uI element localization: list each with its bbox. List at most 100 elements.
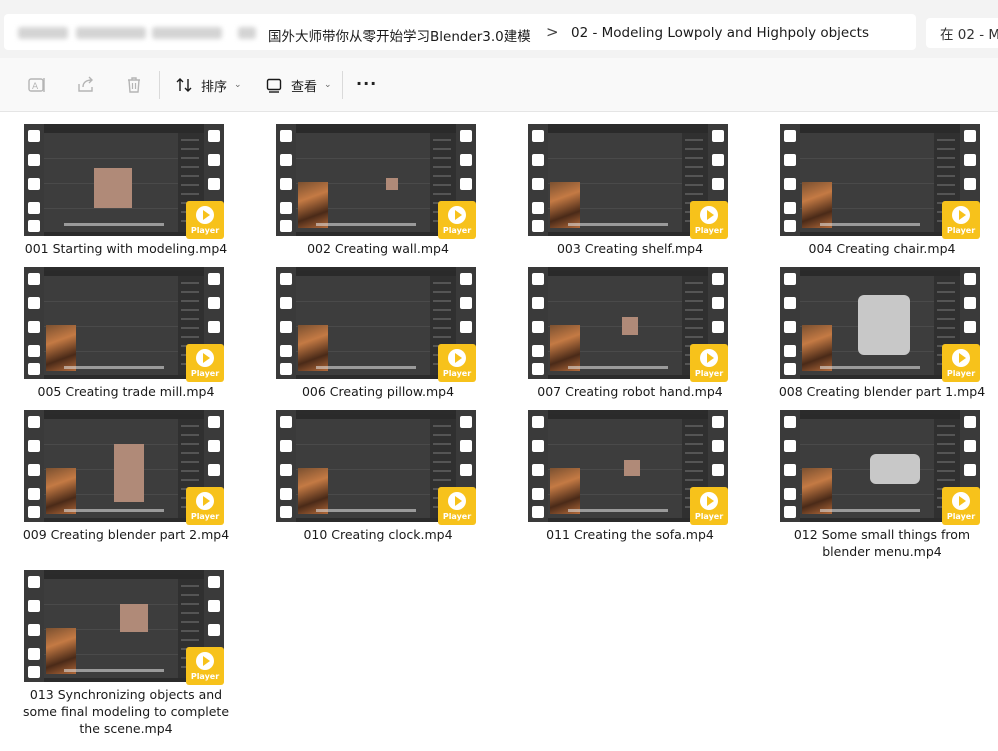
play-triangle-icon [455, 353, 462, 363]
breadcrumb-separator[interactable]: > [546, 23, 559, 41]
player-badge: Player [690, 487, 728, 525]
sort-button[interactable]: 排序 ⌄ [175, 72, 242, 98]
breadcrumb-course[interactable]: 国外大师带你从零开始学习Blender3.0建模 [268, 25, 531, 45]
film-hole [784, 202, 796, 214]
player-badge: Player [942, 344, 980, 382]
breadcrumb-current-folder[interactable]: 02 - Modeling Lowpoly and Highpoly objec… [571, 25, 869, 41]
film-hole [28, 648, 40, 660]
film-hole [280, 178, 292, 190]
film-hole [28, 666, 40, 678]
file-name[interactable]: 002 Creating wall.mp4 [272, 240, 484, 257]
player-badge: Player [186, 201, 224, 239]
film-strip-left [24, 267, 44, 379]
film-hole [532, 416, 544, 428]
film-hole [28, 273, 40, 285]
view-icon [266, 78, 282, 93]
more-options-button[interactable]: ··· [356, 74, 377, 93]
player-badge-label: Player [694, 226, 724, 235]
reference-photo-inset [802, 182, 832, 228]
play-triangle-icon [959, 353, 966, 363]
sort-label: 排序 [201, 79, 228, 95]
film-hole [460, 416, 472, 428]
file-name[interactable]: 012 Some small things from blender menu.… [776, 526, 988, 560]
file-name[interactable]: 005 Creating trade mill.mp4 [20, 383, 232, 400]
film-hole [28, 130, 40, 142]
film-hole [784, 154, 796, 166]
film-strip-left [276, 410, 296, 522]
file-name[interactable]: 006 Creating pillow.mp4 [272, 383, 484, 400]
reference-photo-inset [298, 182, 328, 228]
viewport-grid-line [44, 301, 178, 302]
model-object [94, 168, 132, 208]
blender-viewport [548, 271, 708, 375]
film-hole [964, 321, 976, 333]
subtitle-line [820, 223, 920, 226]
viewport-grid-line [548, 301, 682, 302]
blender-viewport [548, 414, 708, 518]
player-badge-label: Player [946, 369, 976, 378]
film-hole [460, 464, 472, 476]
film-hole [532, 202, 544, 214]
film-hole [784, 416, 796, 428]
file-name[interactable]: 008 Creating blender part 1.mp4 [776, 383, 988, 400]
film-hole [532, 297, 544, 309]
file-name[interactable]: 010 Creating clock.mp4 [272, 526, 484, 543]
file-name[interactable]: 009 Creating blender part 2.mp4 [20, 526, 232, 543]
reference-photo-inset [298, 468, 328, 514]
blender-viewport [44, 574, 204, 678]
rename-icon[interactable]: A [27, 75, 47, 95]
film-hole [532, 464, 544, 476]
film-strip-left [24, 124, 44, 236]
film-hole [280, 297, 292, 309]
blurred-path-segment [152, 27, 222, 39]
toolbar-divider [159, 71, 160, 99]
film-hole [280, 202, 292, 214]
view-button[interactable]: 查看 ⌄ [265, 72, 332, 98]
player-badge-label: Player [442, 226, 472, 235]
play-triangle-icon [203, 353, 210, 363]
film-hole [964, 416, 976, 428]
search-input[interactable]: 在 02 - Mo [926, 18, 998, 48]
film-hole [784, 506, 796, 518]
file-name[interactable]: 001 Starting with modeling.mp4 [20, 240, 232, 257]
view-label: 查看 [291, 79, 318, 95]
film-hole [460, 440, 472, 452]
film-hole [784, 297, 796, 309]
player-badge: Player [942, 487, 980, 525]
film-hole [28, 506, 40, 518]
film-hole [784, 488, 796, 500]
player-badge: Player [690, 344, 728, 382]
player-badge-label: Player [946, 226, 976, 235]
blender-viewport [296, 271, 456, 375]
blender-viewport [800, 271, 960, 375]
film-hole [208, 273, 220, 285]
subtitle-line [568, 366, 668, 369]
film-hole [532, 273, 544, 285]
film-hole [964, 154, 976, 166]
blender-viewport [44, 414, 204, 518]
film-hole [532, 130, 544, 142]
film-hole [964, 464, 976, 476]
player-badge: Player [186, 344, 224, 382]
file-name[interactable]: 007 Creating robot hand.mp4 [524, 383, 736, 400]
share-icon[interactable] [76, 75, 96, 95]
film-strip-left [780, 267, 800, 379]
file-name[interactable]: 011 Creating the sofa.mp4 [524, 526, 736, 543]
film-hole [712, 321, 724, 333]
delete-icon[interactable] [124, 75, 144, 95]
film-strip-left [276, 124, 296, 236]
play-triangle-icon [203, 210, 210, 220]
film-hole [532, 321, 544, 333]
player-badge-label: Player [442, 369, 472, 378]
film-hole [784, 345, 796, 357]
film-hole [784, 440, 796, 452]
file-name[interactable]: 004 Creating chair.mp4 [776, 240, 988, 257]
blender-viewport [800, 128, 960, 232]
film-hole [712, 440, 724, 452]
blender-viewport [44, 271, 204, 375]
file-name[interactable]: 013 Synchronizing objects and some final… [20, 686, 232, 737]
viewport-grid-line [296, 301, 430, 302]
blender-viewport [800, 414, 960, 518]
film-hole [280, 345, 292, 357]
file-name[interactable]: 003 Creating shelf.mp4 [524, 240, 736, 257]
